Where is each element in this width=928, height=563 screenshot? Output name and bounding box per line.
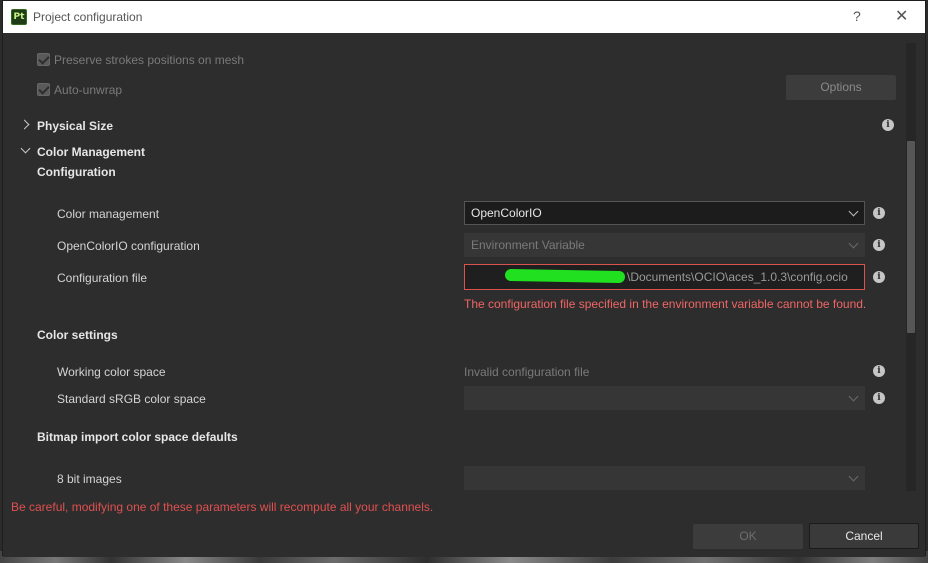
working-color-space-value: Invalid configuration file [464,365,590,379]
auto-unwrap-checkbox[interactable] [37,83,50,96]
project-configuration-dialog: Pt Project configuration ? ✕ Preserve st… [2,0,926,557]
configuration-file-value: \Documents\OCIO\aces_1.0.3\config.ocio [627,270,848,284]
info-icon[interactable]: i [873,271,885,283]
redaction-scribble [504,268,626,284]
vertical-scrollbar[interactable] [906,43,916,491]
bitmap-import-heading: Bitmap import color space defaults [37,430,238,444]
color-management-value: OpenColorIO [471,206,542,220]
ocio-configuration-select[interactable]: Environment Variable [464,233,865,257]
configuration-file-input[interactable]: \Documents\OCIO\aces_1.0.3\config.ocio [464,264,865,290]
color-management-label: Color management [57,207,160,221]
standard-srgb-label: Standard sRGB color space [57,392,206,406]
window-title: Project configuration [33,10,143,24]
ocio-configuration-value: Environment Variable [471,238,585,252]
eight-bit-select[interactable] [464,466,865,490]
chevron-down-icon [848,391,859,402]
preserve-strokes-checkbox[interactable] [37,53,50,66]
close-icon[interactable]: ✕ [895,6,908,26]
preserve-strokes-label: Preserve strokes positions on mesh [54,53,245,67]
ocio-configuration-label: OpenColorIO configuration [57,239,200,253]
title-bar: Pt Project configuration ? ✕ [3,1,925,33]
scrollbar-thumb[interactable] [907,141,915,333]
chevron-down-icon [848,471,859,482]
chevron-down-icon [848,206,859,217]
standard-srgb-select[interactable] [464,386,865,410]
configuration-file-error: The configuration file specified in the … [464,297,867,311]
working-color-space-label: Working color space [57,365,166,379]
configuration-heading: Configuration [37,165,116,179]
chevron-down-icon [848,238,859,249]
options-button[interactable]: Options [786,75,896,100]
ok-button[interactable]: OK [693,524,803,549]
footer-warning: Be careful, modifying one of these param… [11,500,434,514]
info-icon[interactable]: i [873,239,885,251]
help-icon[interactable]: ? [853,8,861,24]
info-icon[interactable]: i [882,119,894,131]
chevron-down-icon[interactable] [20,143,31,154]
color-settings-heading: Color settings [37,328,118,342]
color-management-select[interactable]: OpenColorIO [464,201,865,225]
dialog-content: Preserve strokes positions on mesh Auto-… [3,33,925,557]
info-icon[interactable]: i [873,392,885,404]
configuration-file-label: Configuration file [57,271,148,285]
cancel-button[interactable]: Cancel [809,523,919,549]
auto-unwrap-label: Auto-unwrap [54,83,123,97]
info-icon[interactable]: i [873,365,885,377]
eight-bit-label: 8 bit images [57,472,122,486]
physical-size-header[interactable]: Physical Size [37,119,113,133]
info-icon[interactable]: i [873,207,885,219]
painter-logo-icon: Pt [11,9,27,25]
chevron-right-icon[interactable] [19,119,30,130]
color-management-header[interactable]: Color Management [37,145,145,159]
